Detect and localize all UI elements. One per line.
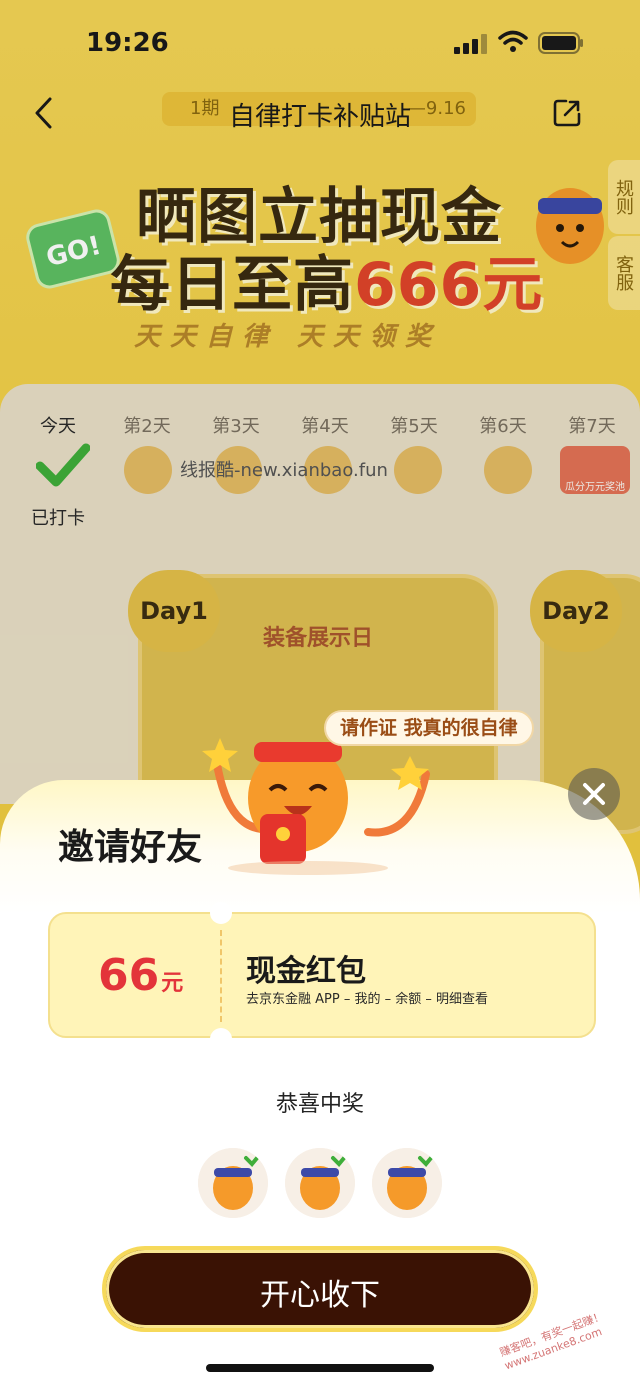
close-icon [583,783,605,805]
coupon-notch [210,902,232,924]
home-indicator [206,1364,434,1372]
coupon-amount-value: 66 [98,950,160,1001]
modal-title: 邀请好友 [58,827,203,868]
coupon-divider [220,930,222,1022]
mascot-avatars [0,1148,640,1224]
close-button[interactable] [568,768,620,820]
mascot-avatar-icon [198,1148,268,1218]
accept-button[interactable]: 开心收下 [102,1246,538,1332]
coupon-title: 现金红包 [246,954,366,989]
cash-coupon: 66元 现金红包 去京东金融 APP – 我的 – 余额 – 明细查看 [48,902,596,1050]
congrats-text: 恭喜中奖 [275,1092,364,1117]
coupon-description: 去京东金融 APP – 我的 – 余额 – 明细查看 [246,992,488,1007]
speech-bubble: 请作证 我真的很自律 [324,710,534,746]
coupon-amount: 66元 [98,950,183,1001]
mascot-avatar-icon [285,1148,355,1218]
coupon-amount-unit: 元 [161,971,184,996]
accept-button-label: 开心收下 [260,1278,380,1313]
mascot-avatar-icon [372,1148,442,1218]
coupon-notch [210,1028,232,1050]
